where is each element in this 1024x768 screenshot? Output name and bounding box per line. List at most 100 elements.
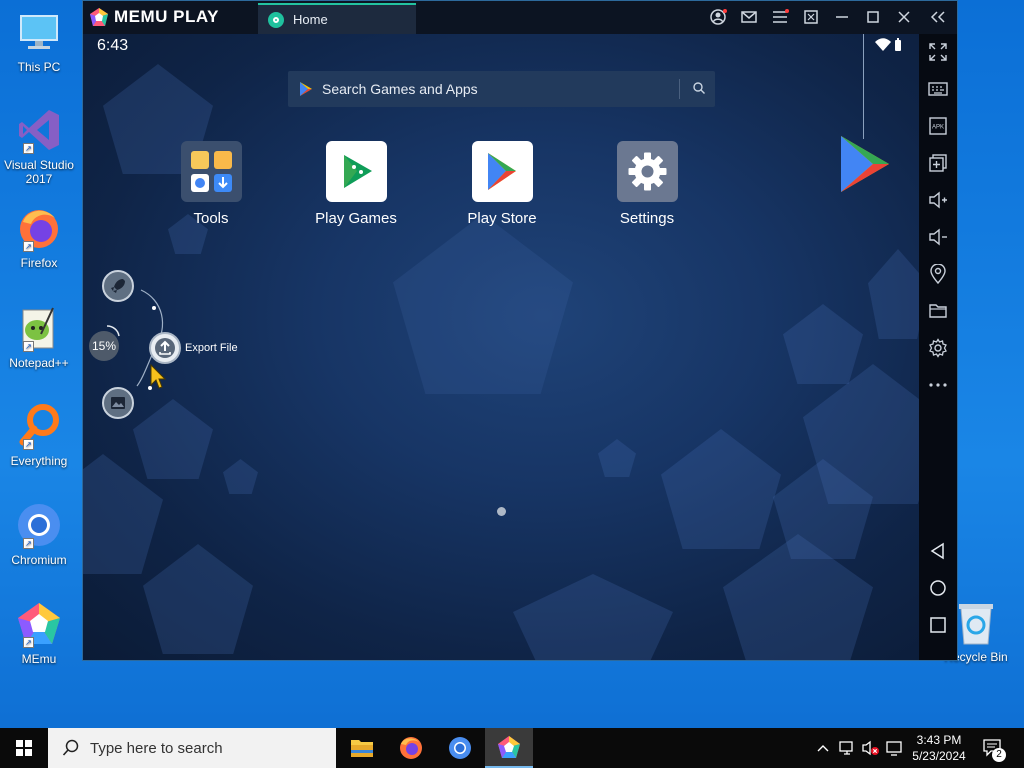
- play-store-widget-icon[interactable]: [839, 134, 891, 194]
- rocket-button[interactable]: [102, 270, 134, 302]
- account-button[interactable]: [707, 6, 729, 28]
- search-icon[interactable]: [692, 81, 706, 95]
- search-bar[interactable]: Search Games and Apps: [288, 71, 715, 107]
- notepad-plus-plus-icon: ↗: [15, 304, 63, 352]
- memu-icon: ↗: [15, 600, 63, 648]
- keyboard-icon[interactable]: [928, 79, 948, 99]
- app-settings[interactable]: Settings: [592, 141, 702, 227]
- desktop-icon-everything[interactable]: ↗ Everything: [4, 402, 74, 468]
- volume-muted-icon[interactable]: [861, 739, 881, 757]
- desktop-icon-label: Firefox: [20, 256, 58, 270]
- start-button[interactable]: [0, 728, 48, 768]
- maximize-button[interactable]: [862, 6, 884, 28]
- network-icon[interactable]: [838, 739, 856, 757]
- close-icon: [898, 11, 910, 23]
- taskbar-memu[interactable]: [485, 728, 533, 768]
- visual-studio-icon: ↗: [15, 106, 63, 154]
- export-file-button[interactable]: [149, 332, 181, 364]
- tools-folder-icon: [180, 141, 242, 202]
- screen-mode-icon: [804, 10, 818, 24]
- image-button[interactable]: [102, 387, 134, 419]
- memu-icon: [498, 736, 520, 758]
- apk-install-icon[interactable]: APK: [928, 116, 948, 136]
- mail-icon: [741, 11, 757, 23]
- desktop-icon-firefox[interactable]: ↗ Firefox: [4, 204, 74, 270]
- play-store-icon: [471, 141, 533, 202]
- svg-text:APK: APK: [932, 125, 944, 131]
- file-explorer-icon: [351, 740, 373, 757]
- android-clock: 6:43: [97, 37, 129, 54]
- notification-center-button[interactable]: 2: [982, 738, 1006, 762]
- play-games-icon: [325, 141, 387, 202]
- firefox-icon: [400, 737, 422, 759]
- collapse-sidebar-button[interactable]: [927, 6, 949, 28]
- window-mode-button[interactable]: [800, 6, 822, 28]
- everything-search-icon: ↗: [15, 402, 63, 450]
- minimize-button[interactable]: [831, 6, 853, 28]
- computer-icon: [15, 8, 63, 56]
- taskbar-search-box[interactable]: Type here to search: [48, 728, 336, 768]
- google-play-icon: [300, 82, 312, 96]
- hamburger-icon: [773, 11, 787, 23]
- status-icons: [875, 38, 901, 55]
- rocket-icon: [111, 279, 125, 293]
- search-icon: [62, 739, 79, 756]
- desktop-icon-memu[interactable]: ↗ MEmu: [4, 600, 74, 666]
- app-tools[interactable]: Tools: [156, 141, 266, 227]
- app-label: Settings: [619, 210, 675, 227]
- firefox-icon: ↗: [15, 204, 63, 252]
- desktop-icon-this-pc[interactable]: This PC: [4, 8, 74, 74]
- settings-icon[interactable]: [928, 338, 948, 358]
- close-button[interactable]: [893, 6, 915, 28]
- taskbar: Type here to search 3:43 PM 5/23/2024 2: [0, 728, 1024, 768]
- maximize-icon: [867, 11, 879, 23]
- desktop-icon-notepad-plus-plus[interactable]: ↗ Notepad++: [4, 304, 74, 370]
- more-icon[interactable]: [928, 375, 948, 395]
- taskbar-search-placeholder: Type here to search: [90, 739, 223, 757]
- taskbar-clock[interactable]: 3:43 PM 5/23/2024: [906, 732, 972, 764]
- clock-date: 5/23/2024: [912, 749, 966, 763]
- search-divider: [679, 79, 680, 99]
- mail-button[interactable]: [738, 6, 760, 28]
- back-icon[interactable]: [928, 541, 948, 561]
- page-indicator-dot: [497, 507, 506, 516]
- double-chevron-left-icon: [930, 11, 945, 23]
- memu-titlebar[interactable]: MEMU PLAY Home: [83, 1, 957, 34]
- volume-up-icon[interactable]: [928, 190, 948, 210]
- desktop-icon-label: Notepad++: [9, 356, 69, 370]
- desktop-icon-visual-studio[interactable]: ↗ Visual Studio 2017: [4, 106, 74, 186]
- taskbar-firefox[interactable]: [387, 728, 435, 768]
- location-icon[interactable]: [928, 264, 948, 284]
- fullscreen-icon[interactable]: [928, 42, 948, 62]
- windows-logo-icon: [16, 740, 32, 756]
- wifi-battery-icon: [875, 38, 901, 51]
- taskbar-file-explorer[interactable]: [338, 728, 386, 768]
- menu-button[interactable]: [769, 6, 791, 28]
- search-placeholder: Search Games and Apps: [322, 81, 478, 97]
- chevron-up-icon[interactable]: [816, 742, 830, 754]
- desktop-icon-chromium[interactable]: ↗ Chromium: [4, 501, 74, 567]
- progress-arc: [106, 325, 120, 337]
- display-icon[interactable]: [885, 739, 903, 757]
- settings-gear-icon: [616, 141, 678, 202]
- taskbar-chromium[interactable]: [436, 728, 484, 768]
- desktop-icon-label: Visual Studio 2017: [4, 158, 74, 186]
- memu-window: MEMU PLAY Home 6:43 Search Games and App…: [82, 0, 958, 661]
- folder-icon[interactable]: [928, 301, 948, 321]
- memu-logo-icon: [90, 8, 108, 26]
- mouse-cursor-icon: [150, 364, 167, 389]
- home-tab-icon: [268, 11, 284, 28]
- volume-down-icon[interactable]: [928, 227, 948, 247]
- tab-home[interactable]: Home: [258, 3, 416, 34]
- desktop-icon-label: Chromium: [11, 553, 67, 567]
- android-screen[interactable]: 6:43 Search Games and Apps Tools Play Ga…: [83, 34, 919, 660]
- app-play-store[interactable]: Play Store: [447, 141, 557, 227]
- recycle-bin-icon: [956, 600, 996, 646]
- memu-brand-text: MEMU PLAY: [114, 7, 219, 26]
- home-icon[interactable]: [928, 578, 948, 598]
- recents-icon[interactable]: [928, 615, 948, 635]
- app-play-games[interactable]: Play Games: [301, 141, 411, 227]
- multi-instance-icon[interactable]: [928, 153, 948, 173]
- divider-line: [863, 34, 864, 139]
- minimize-icon: [836, 16, 848, 18]
